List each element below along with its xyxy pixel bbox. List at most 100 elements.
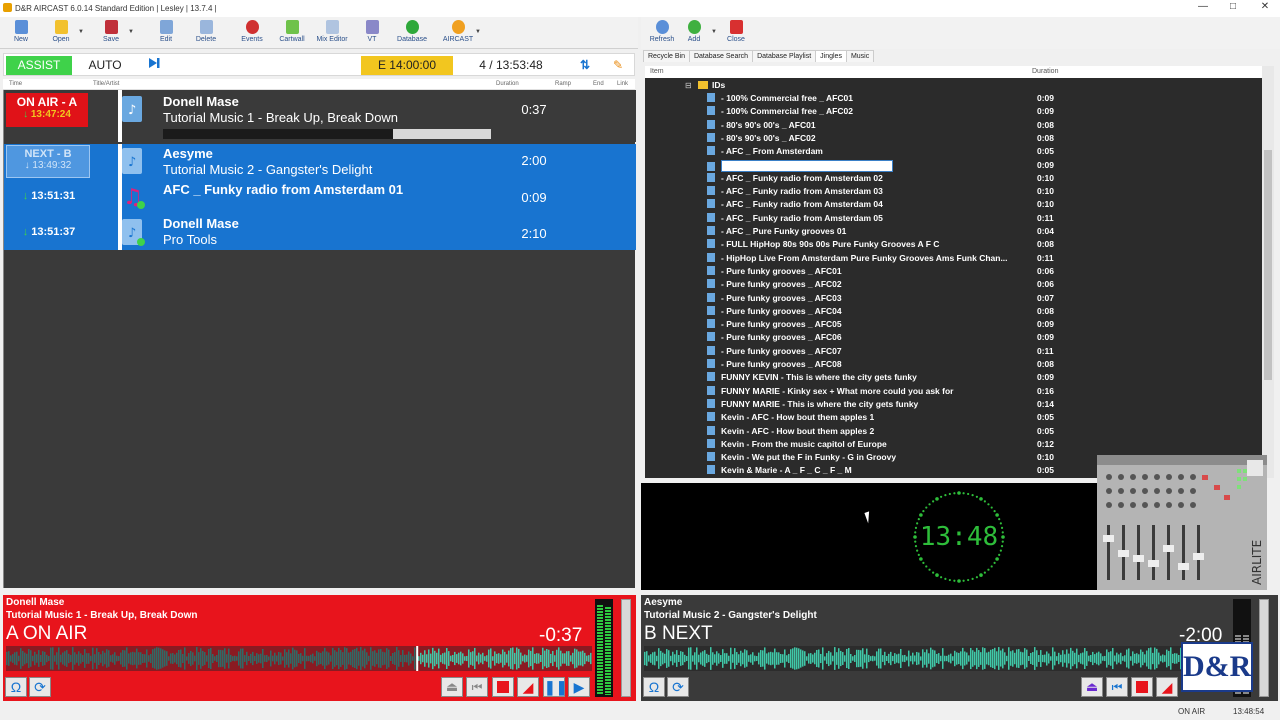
library-item[interactable]: Kevin - From the music capitol of Europe…	[707, 438, 1054, 452]
library-scrollbar[interactable]	[1262, 66, 1274, 478]
playlist-row[interactable]: ↓ 13:51:37 ♪ Donell Mase Pro Tools 2:10	[4, 214, 636, 250]
tab-jingles[interactable]: Jingles	[815, 50, 847, 62]
column-duration[interactable]: Duration	[1032, 68, 1058, 75]
collapse-icon[interactable]: ⊟	[685, 81, 692, 90]
player-a-rewind-button[interactable]: ⏮	[466, 677, 488, 697]
chevron-down-icon[interactable]: ▼	[475, 29, 481, 35]
player-b-cue-button[interactable]: Ω	[643, 677, 665, 697]
waveform-bar	[500, 654, 502, 663]
chevron-down-icon[interactable]: ▼	[78, 29, 84, 35]
tab-recycle-bin[interactable]: Recycle Bin	[643, 50, 690, 62]
library-item[interactable]: - AFC _ Funky radio from Amsterdam 02 0:1…	[707, 172, 1054, 186]
close-window-button[interactable]: ✕	[1250, 1, 1280, 15]
player-a-loop-button[interactable]: ⟳	[29, 677, 51, 697]
player-b-rewind-button[interactable]: ⏮	[1106, 677, 1128, 697]
player-a-fade-button[interactable]: ◢	[517, 677, 539, 697]
player-b-volume-slider[interactable]	[1259, 599, 1269, 697]
library-item[interactable]: - 80's 90's 00's _ AFC01 0:08	[707, 119, 1054, 133]
library-item[interactable]: - Pure funky grooves _ AFC08 0:08	[707, 359, 1054, 372]
library-item[interactable]: Kevin - AFC - How bout them apples 1 0:05	[707, 412, 1054, 425]
library-item[interactable]: - 80's 90's 00's _ AFC02 0:08	[707, 132, 1054, 146]
tab-database-playlist[interactable]: Database Playlist	[752, 50, 817, 62]
open-button[interactable]: Open ▼	[40, 19, 84, 47]
library-item[interactable]: - Pure funky grooves _ AFC04 0:08	[707, 305, 1054, 319]
playlist-row[interactable]: ↓ 13:51:31 ♫ AFC _ Funky radio from Amst…	[4, 178, 636, 214]
player-a-play-button[interactable]: ▶	[568, 677, 590, 697]
sort-button[interactable]: ⇅	[570, 56, 600, 75]
cartwall-button[interactable]: Cartwall	[271, 19, 313, 47]
player-a-stop-button[interactable]	[492, 677, 514, 697]
library-item[interactable]: - Pure funky grooves _ AFC03 0:07	[707, 292, 1054, 306]
player-a-cue-button[interactable]: Ω	[5, 677, 27, 697]
column-time[interactable]: Time	[9, 81, 22, 87]
maximize-button[interactable]: □	[1218, 1, 1248, 15]
chevron-down-icon[interactable]: ▼	[128, 29, 134, 35]
auto-mode-button[interactable]: AUTO	[74, 56, 136, 75]
player-b-stop-button[interactable]	[1131, 677, 1153, 697]
playlist-row-next[interactable]: NEXT - B ↓ 13:49:32 ♪ Aesyme Tutorial Mu…	[4, 144, 636, 178]
library-item[interactable]: - 100% Commercial free _ AFC02 0:09	[707, 106, 1054, 119]
column-link[interactable]: Link	[617, 81, 628, 87]
library-item[interactable]: - AFC _ Funky radio from Amsterdam 03 0:1…	[707, 186, 1054, 199]
player-b-loop-button[interactable]: ⟳	[667, 677, 689, 697]
delete-button[interactable]: Delete	[185, 19, 227, 47]
library-item[interactable]: - AFC _ Pure Funky grooves 01 0:04	[707, 226, 1054, 239]
player-b-eject-button[interactable]: ⏏	[1081, 677, 1103, 697]
skip-next-button[interactable]	[144, 56, 164, 75]
close-button[interactable]: Close	[715, 19, 757, 47]
library-item[interactable]: FUNNY MARIE - This is where the city get…	[707, 398, 1054, 412]
column-title-artist[interactable]: Title/Artist	[93, 81, 119, 87]
waveform-bar	[662, 652, 664, 665]
audio-file-icon: ♪	[121, 218, 159, 253]
library-item[interactable]: FUNNY MARIE - Kinky sex + What more coul…	[707, 385, 1054, 399]
library-item[interactable]: - AFC _ From Amsterdam 0:05	[707, 146, 1054, 159]
tab-music[interactable]: Music	[845, 50, 875, 62]
library-item[interactable]: FUNNY KEVIN - This is where the city get…	[707, 372, 1054, 385]
database-button[interactable]: Database	[391, 19, 433, 47]
waveform-bar	[688, 647, 690, 670]
library-item[interactable]: - AFC _ Funky radio from Amsterdam 05 0:1…	[707, 212, 1054, 226]
add-button[interactable]: Add ▼	[673, 19, 717, 47]
column-end[interactable]: End	[593, 81, 604, 87]
library-item[interactable]: - Pure funky grooves _ AFC01 0:06	[707, 265, 1054, 279]
clock-second-dot	[948, 492, 951, 496]
library-item[interactable]: - Pure funky grooves _ AFC07 0:11	[707, 345, 1054, 359]
playlist-row-on-air[interactable]: ON AIR - A ↓ 13:47:24 ♪ Donell Mase Tuto…	[4, 90, 636, 142]
folder-ids[interactable]: IDs	[712, 80, 725, 90]
library-item[interactable]: Kevin - We put the F in Funky - G in Gro…	[707, 452, 1054, 465]
waveform-bar	[376, 652, 378, 665]
library-item[interactable]: - Pure funky grooves _ AFC02 0:06	[707, 279, 1054, 292]
column-ramp[interactable]: Ramp	[555, 81, 571, 87]
minimize-button[interactable]: —	[1188, 1, 1218, 15]
library-item[interactable]: Kevin - AFC - How bout them apples 2 0:05	[707, 425, 1054, 439]
save-button[interactable]: Save ▼	[90, 19, 134, 47]
column-duration[interactable]: Duration	[496, 81, 519, 87]
vt-button[interactable]: VT	[351, 19, 393, 47]
library-item[interactable]: - 100% Commercial free _ AFC01 0:09	[707, 93, 1054, 106]
tab-database-search[interactable]: Database Search	[688, 50, 754, 62]
library-item[interactable]: - FULL HipHop 80s 90s 00s Pure Funky Gro…	[707, 239, 1054, 252]
library-item[interactable]: - HipHop Live From Amsterdam Pure Funky …	[707, 252, 1054, 266]
assist-mode-button[interactable]: ASSIST	[6, 56, 72, 75]
waveform-bar	[1158, 652, 1160, 665]
player-a-eject-button[interactable]: ⏏	[441, 677, 463, 697]
library-item[interactable]: 0:09	[707, 159, 1054, 173]
column-item[interactable]: Item	[650, 68, 664, 75]
edit-button[interactable]: Edit	[145, 19, 187, 47]
events-button[interactable]: Events	[231, 19, 273, 47]
scrollbar-thumb[interactable]	[1264, 150, 1272, 380]
library-item[interactable]: - AFC _ Funky radio from Amsterdam 04 0:1…	[707, 199, 1054, 212]
player-b-fade-button[interactable]: ◢	[1156, 677, 1178, 697]
mix-editor-button[interactable]: Mix Editor	[311, 19, 353, 47]
player-a-pause-button[interactable]: ❚❚	[543, 677, 567, 697]
aircast-button[interactable]: AIRCAST ▼	[437, 19, 481, 47]
new-button[interactable]: New	[0, 19, 42, 47]
edit-mode-button[interactable]: ✎	[604, 56, 632, 75]
library-item[interactable]: - Pure funky grooves _ AFC06 0:09	[707, 332, 1054, 345]
waveform-bar	[392, 652, 394, 665]
loop-icon: ⟳	[672, 679, 684, 695]
library-item[interactable]: Kevin & Marie - A _ F _ C _ F _ M 0:05	[707, 465, 1054, 478]
waveform-bar	[668, 650, 670, 667]
library-item[interactable]: - Pure funky grooves _ AFC05 0:09	[707, 319, 1054, 332]
player-a-volume-slider[interactable]	[621, 599, 631, 697]
